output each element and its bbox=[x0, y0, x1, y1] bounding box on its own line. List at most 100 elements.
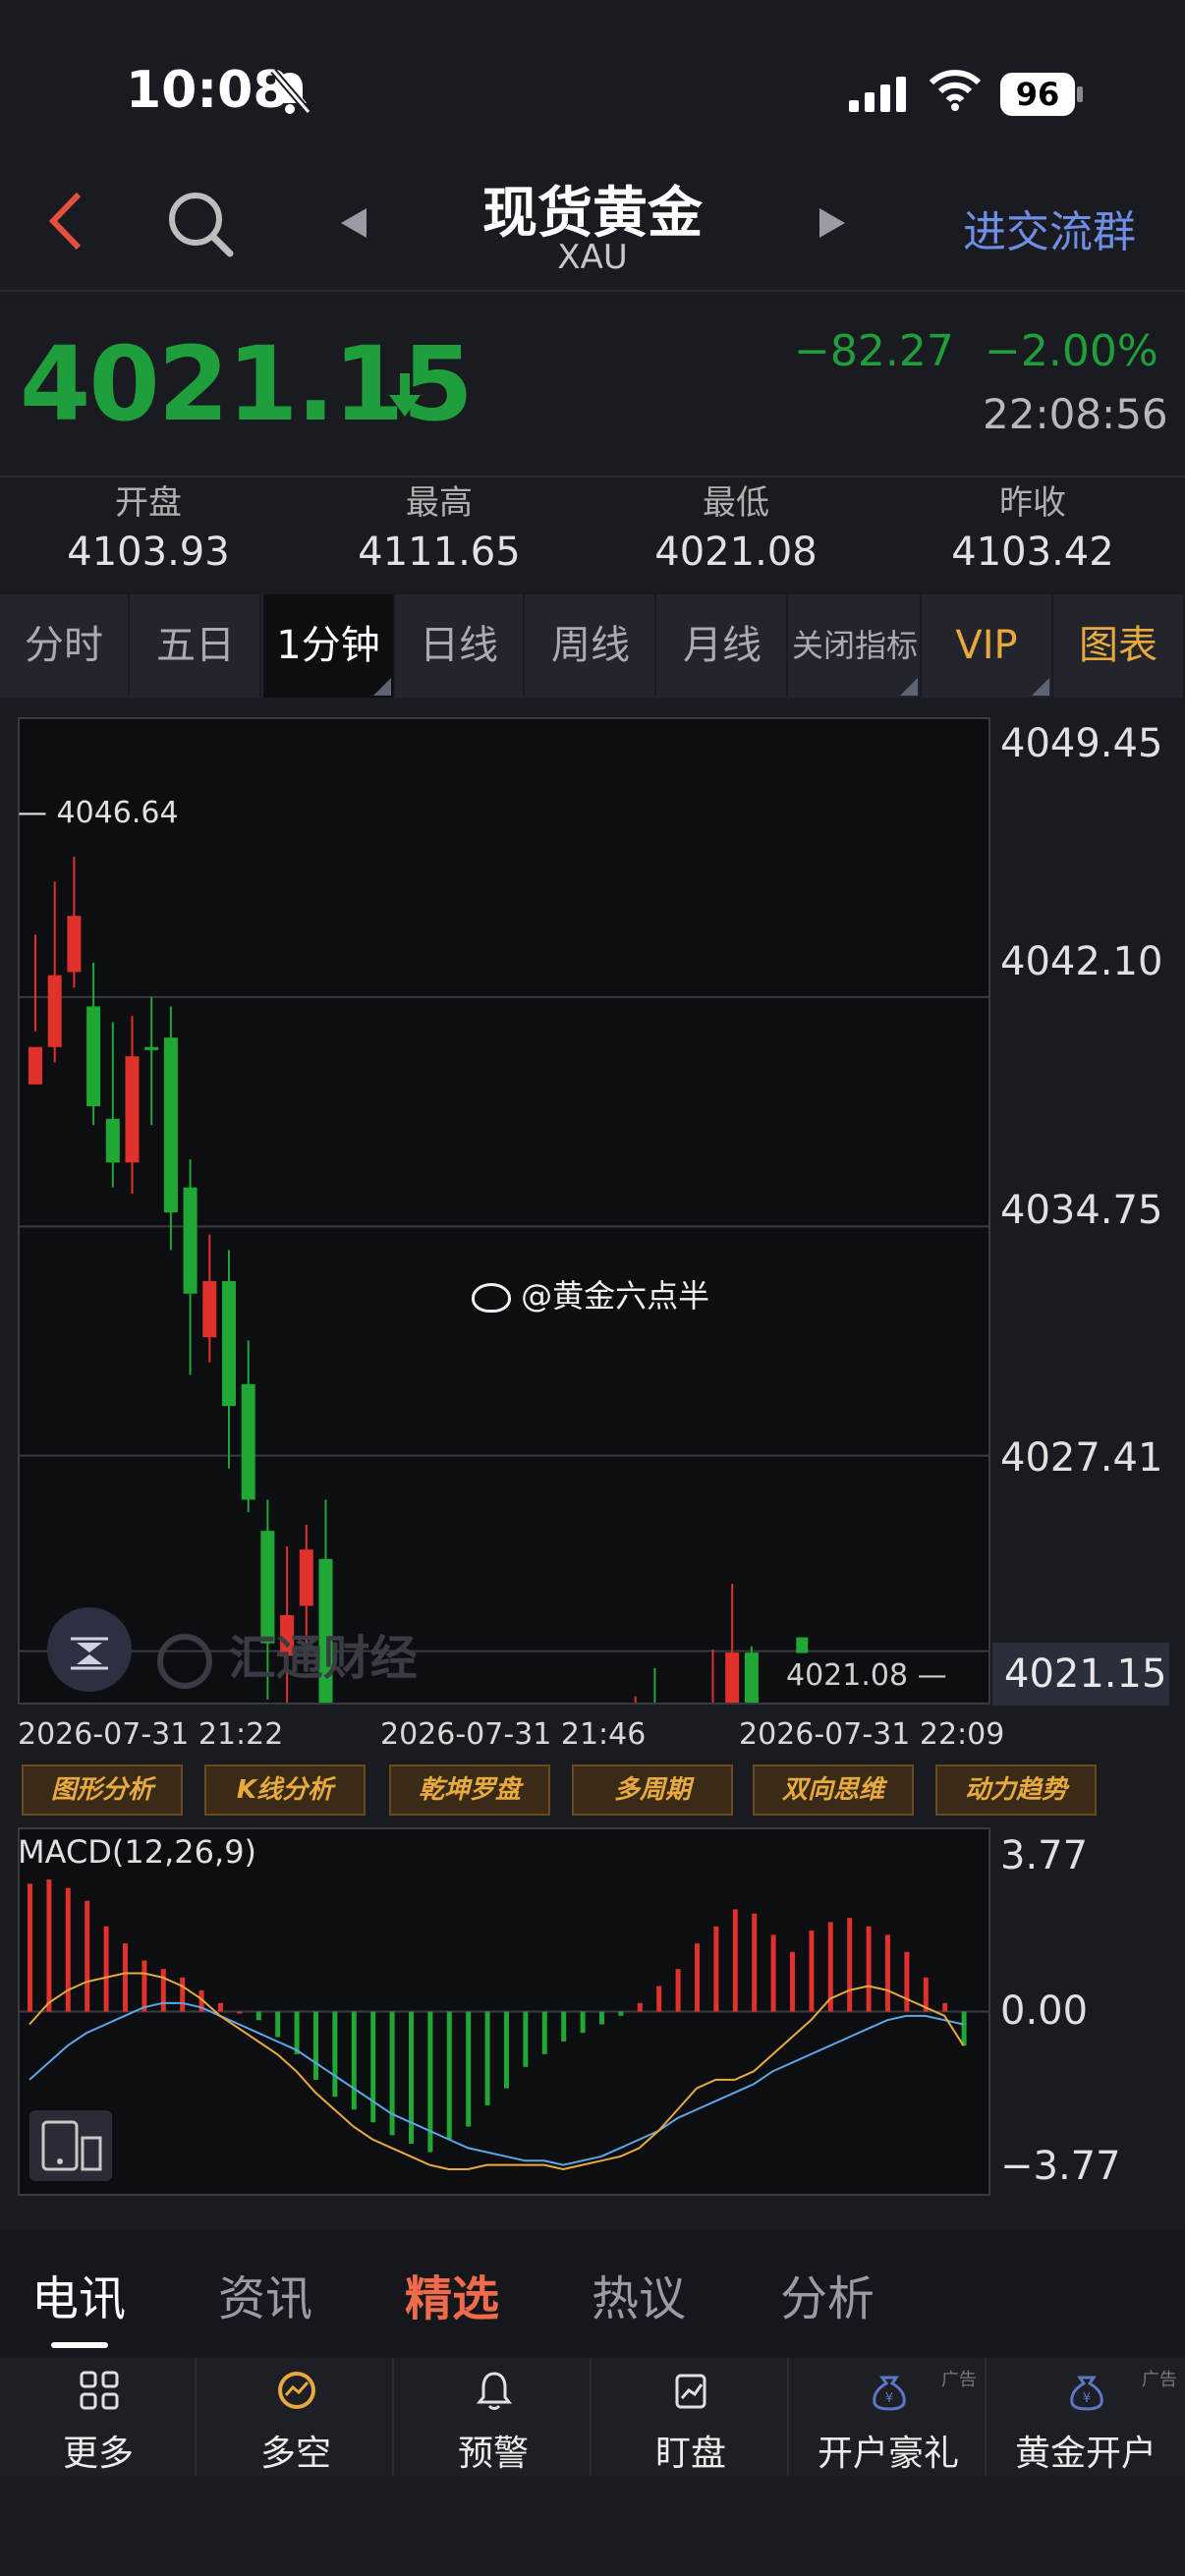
macd-bar bbox=[46, 1879, 52, 2012]
tab-1-minute[interactable]: 1分钟 bbox=[263, 594, 395, 698]
gold-account-button[interactable]: 广告 ¥ 黄金开户 bbox=[988, 2358, 1185, 2476]
multi-period-button[interactable]: 多周期 bbox=[572, 1764, 733, 1816]
macd-bar bbox=[713, 1926, 719, 2012]
candle-body bbox=[144, 1046, 159, 1050]
macd-bar bbox=[885, 1934, 890, 2012]
candle-body bbox=[105, 1118, 120, 1163]
battery-tip bbox=[1077, 86, 1083, 102]
long-short-button[interactable]: 多空 bbox=[198, 2358, 394, 2476]
candle-body bbox=[202, 1281, 217, 1338]
collapse-button[interactable] bbox=[47, 1607, 132, 1692]
candle-body bbox=[183, 1187, 198, 1294]
tab-weekly[interactable]: 周线 bbox=[527, 594, 656, 698]
y-axis-tick: 4027.41 bbox=[1000, 1435, 1163, 1481]
tab-hot-discussion[interactable]: 热议 bbox=[592, 2260, 686, 2328]
macd-bar bbox=[695, 1943, 700, 2012]
watch-button[interactable]: 盯盘 bbox=[592, 2358, 789, 2476]
bell-icon bbox=[476, 2372, 513, 2410]
candle-body bbox=[163, 1037, 178, 1213]
macd-bar bbox=[466, 2011, 472, 2127]
next-instrument-icon[interactable] bbox=[816, 206, 847, 240]
stat-value: 4103.42 bbox=[951, 530, 1114, 575]
macd-bar bbox=[599, 2011, 604, 2025]
high-stat: 最高 4111.65 bbox=[291, 476, 588, 575]
gold-account-label: 黄金开户 bbox=[1014, 2434, 1157, 2474]
brand-name: 汇通财经 bbox=[228, 1631, 418, 1686]
stat-value: 4103.93 bbox=[67, 530, 230, 575]
open-account-gift-button[interactable]: 广告 ¥ 开户豪礼 bbox=[790, 2358, 987, 2476]
candle-body bbox=[725, 1652, 740, 1703]
tab-analysis[interactable]: 分析 bbox=[780, 2260, 875, 2328]
candle-body bbox=[67, 916, 82, 973]
join-group-link[interactable]: 进交流群 bbox=[963, 196, 1136, 259]
candle-body bbox=[125, 1056, 140, 1163]
tab-intraday[interactable]: 分时 bbox=[0, 594, 130, 698]
collapse-icon bbox=[71, 1637, 108, 1670]
tab-five-day[interactable]: 五日 bbox=[132, 594, 261, 698]
brand-watermark: 汇通财经 bbox=[157, 1619, 418, 1689]
macd-bar bbox=[180, 1977, 186, 2012]
weibo-icon bbox=[472, 1283, 511, 1313]
momentum-button[interactable]: 动力趋势 bbox=[935, 1764, 1097, 1816]
silent-bell-icon bbox=[270, 68, 311, 115]
macd-bar bbox=[85, 1900, 90, 2012]
x-axis-tick: 2026-07-31 21:46 bbox=[380, 1717, 647, 1752]
battery-level: 96 bbox=[1000, 73, 1075, 116]
home-indicator-area bbox=[0, 2476, 1185, 2576]
price-down-icon bbox=[389, 373, 421, 417]
low-marker-value: 4021.08 bbox=[786, 1658, 909, 1693]
tab-vip[interactable]: VIP bbox=[922, 594, 1053, 698]
price-change-percent: −2.00% bbox=[985, 326, 1158, 376]
low-marker: 4021.08 — bbox=[786, 1658, 947, 1693]
macd-bar bbox=[752, 1913, 758, 2012]
signal-icon bbox=[849, 77, 912, 112]
x-axis-tick: 2026-07-31 21:22 bbox=[18, 1717, 284, 1752]
moneybag-icon: ¥ bbox=[1070, 2376, 1103, 2411]
landscape-toggle-button[interactable] bbox=[29, 2110, 112, 2181]
candle-body bbox=[47, 975, 62, 1047]
macd-bar bbox=[446, 2011, 452, 2140]
pattern-analysis-button[interactable]: 图形分析 bbox=[22, 1764, 183, 1816]
ad-badge: 广告 bbox=[1142, 2370, 1177, 2390]
x-axis-tick: 2026-07-31 22:09 bbox=[739, 1717, 1005, 1752]
stat-label: 开盘 bbox=[115, 483, 182, 523]
compass-button[interactable]: 乾坤罗盘 bbox=[389, 1764, 550, 1816]
two-way-button[interactable]: 双向思维 bbox=[753, 1764, 914, 1816]
macd-bar bbox=[218, 2002, 223, 2012]
tab-close-indicators[interactable]: 关闭指标 bbox=[790, 594, 922, 698]
macd-bar bbox=[123, 1943, 128, 2012]
stat-label: 最高 bbox=[406, 483, 473, 523]
macd-bar bbox=[675, 1969, 681, 2012]
macd-bar bbox=[294, 2011, 300, 2054]
wifi-icon bbox=[929, 70, 982, 111]
tab-news[interactable]: 资讯 bbox=[218, 2260, 312, 2328]
kline-analysis-button[interactable]: K线分析 bbox=[204, 1764, 366, 1816]
candlestick-chart[interactable] bbox=[18, 717, 990, 1705]
candle-body bbox=[222, 1281, 236, 1407]
more-button[interactable]: 更多 bbox=[0, 2358, 197, 2476]
svg-text:¥: ¥ bbox=[1083, 2391, 1091, 2406]
tab-chart-settings[interactable]: 图表 bbox=[1053, 594, 1185, 698]
tab-label: VIP bbox=[955, 623, 1018, 668]
alert-button[interactable]: 预警 bbox=[395, 2358, 592, 2476]
macd-bar bbox=[28, 1883, 32, 2012]
active-tab-indicator bbox=[51, 2342, 108, 2348]
rotate-screen-icon bbox=[41, 2120, 102, 2171]
macd-label: MACD(12,26,9) bbox=[18, 1833, 257, 1871]
tab-flash-news[interactable]: 电讯 bbox=[31, 2260, 126, 2328]
y-axis-tick: 4034.75 bbox=[1000, 1188, 1163, 1233]
tab-label: 1分钟 bbox=[276, 623, 380, 668]
candle-body bbox=[86, 1006, 101, 1107]
macd-bar bbox=[637, 2002, 643, 2012]
current-price-tag: 4021.15 bbox=[992, 1643, 1169, 1706]
macd-bar bbox=[313, 2011, 318, 2080]
watch-label: 盯盘 bbox=[654, 2434, 726, 2474]
macd-bar bbox=[847, 1918, 853, 2012]
macd-chart[interactable] bbox=[18, 1827, 990, 2196]
tab-featured[interactable]: 精选 bbox=[405, 2260, 499, 2328]
open-stat: 开盘 4103.93 bbox=[0, 476, 297, 575]
tab-daily[interactable]: 日线 bbox=[395, 594, 525, 698]
long-short-label: 多空 bbox=[259, 2434, 331, 2474]
tab-monthly[interactable]: 月线 bbox=[658, 594, 788, 698]
macd-bar bbox=[389, 2011, 395, 2136]
